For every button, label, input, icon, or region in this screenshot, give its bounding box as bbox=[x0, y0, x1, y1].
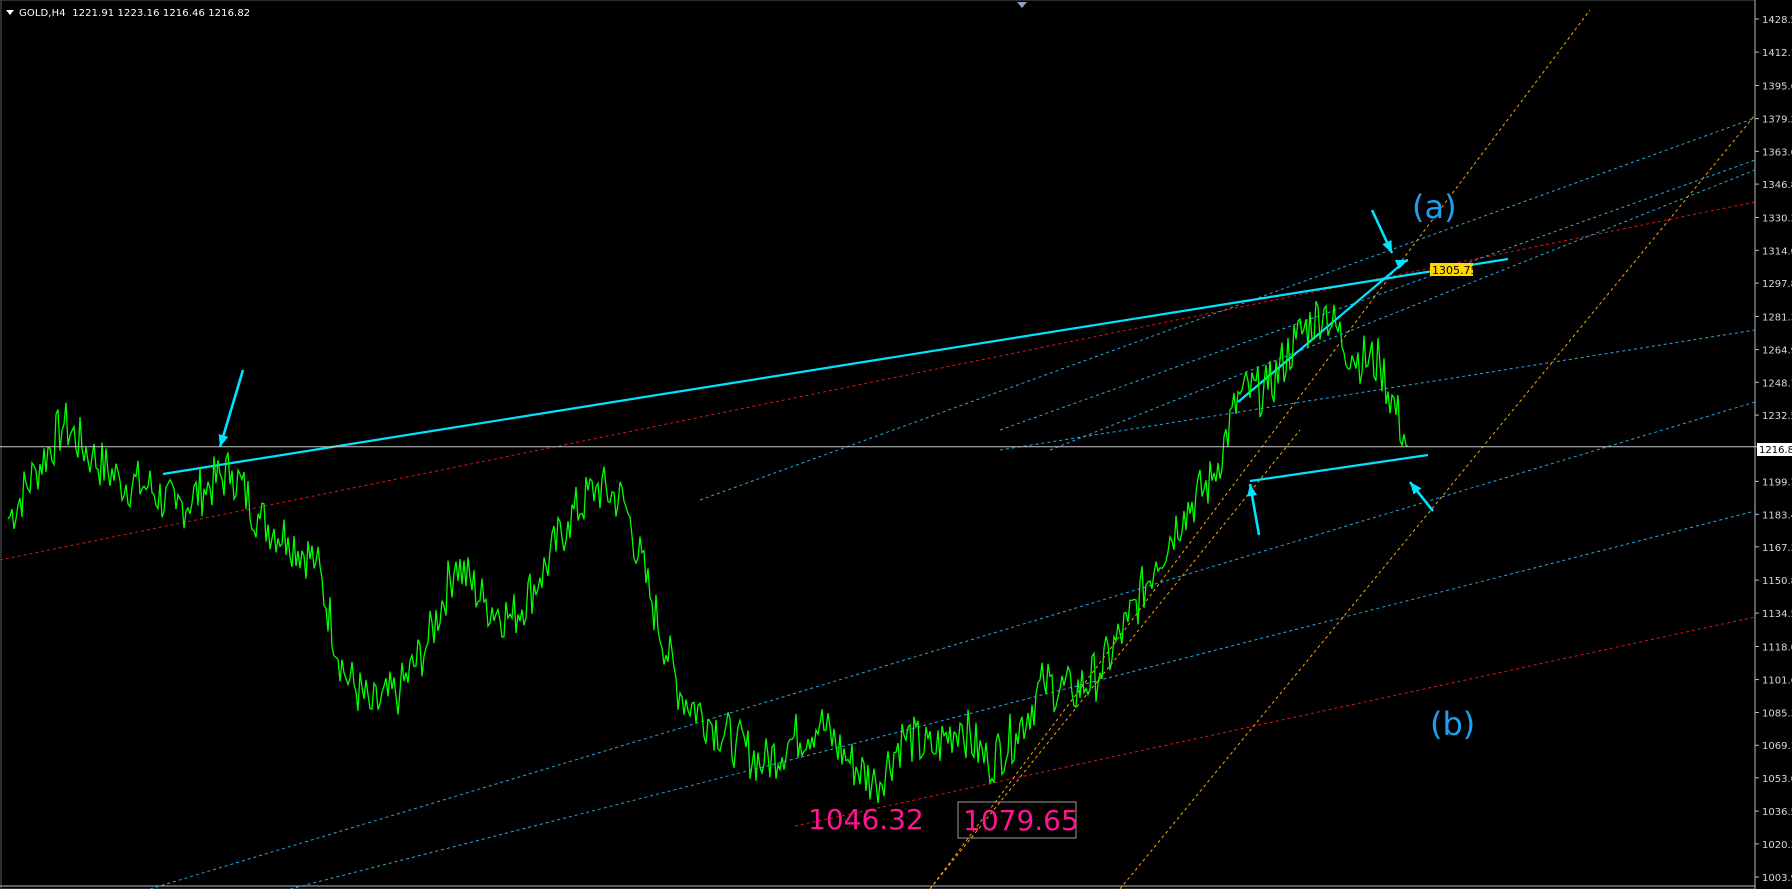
price-tick-label: 1134.5 bbox=[1762, 609, 1792, 620]
price-chart[interactable]: 1428.5 1412.1 1395.6 1379.2 1363.0 1346.8 1330… bbox=[0, 0, 1792, 889]
price-tick-label: 1363.0 bbox=[1762, 147, 1792, 158]
ohlc-values: 1221.91 1223.16 1216.46 1216.82 bbox=[72, 8, 251, 19]
low-label-2: 1079.65 bbox=[963, 804, 1079, 837]
wave-b-label: (b) bbox=[1430, 705, 1475, 743]
arrow-head-icon bbox=[218, 434, 229, 447]
fib-line bbox=[1119, 114, 1756, 889]
price-tick-label: 1199.7 bbox=[1762, 477, 1792, 488]
price-tick-label: 1167.3 bbox=[1762, 543, 1792, 554]
price-tick-label: 1069.1 bbox=[1762, 741, 1792, 752]
chart-header: GOLD,H4 1221.91 1223.16 1216.46 1216.82 bbox=[6, 8, 250, 19]
channel-line bbox=[999, 159, 1756, 431]
current-price-text: 1216.8 bbox=[1759, 445, 1792, 456]
price-tick-label: 1020.3 bbox=[1762, 840, 1792, 851]
price-tick-label: 1036.5 bbox=[1762, 807, 1792, 818]
price-tick-label: 1412.1 bbox=[1762, 48, 1792, 59]
wave-a-label: (a) bbox=[1412, 188, 1457, 226]
price-series bbox=[7, 300, 1409, 804]
channel-line bbox=[1049, 169, 1756, 451]
arrows-layer bbox=[218, 209, 1435, 536]
price-tick-label: 1232.5 bbox=[1762, 411, 1792, 422]
low-label-1: 1046.32 bbox=[808, 803, 924, 836]
price-tick-label: 1281.3 bbox=[1762, 312, 1792, 323]
price-line bbox=[707, 300, 1409, 804]
drawings-layer bbox=[0, 9, 1756, 889]
price-tick-label: 1101.6 bbox=[1762, 676, 1792, 687]
price-tick-label: 1085.3 bbox=[1762, 709, 1792, 720]
channel-line bbox=[149, 401, 1756, 889]
chart-shift-marker-icon[interactable] bbox=[1017, 2, 1027, 8]
price-line bbox=[7, 402, 709, 744]
fib-line bbox=[929, 9, 1591, 889]
symbol-label: GOLD,H4 bbox=[19, 8, 66, 19]
price-tick-label: 1183.4 bbox=[1762, 510, 1792, 521]
collapse-triangle-icon[interactable] bbox=[6, 10, 14, 15]
price-tick-label: 1428.5 bbox=[1762, 15, 1792, 26]
price-tick-label: 1379.2 bbox=[1762, 115, 1792, 126]
plot-frame bbox=[0, 0, 1756, 889]
chart-window[interactable]: 1428.5 1412.1 1395.6 1379.2 1363.0 1346.8 1330… bbox=[0, 0, 1792, 889]
upper-trendline bbox=[162, 257, 1509, 476]
price-tick-label: 1264.9 bbox=[1762, 346, 1792, 357]
price-tick-label: 1053.0 bbox=[1762, 774, 1792, 785]
price-tick-label: 1248.7 bbox=[1762, 378, 1792, 389]
red-trendline bbox=[794, 616, 1756, 827]
price-tick-label: 1314.0 bbox=[1762, 246, 1792, 257]
price-tick-label: 1297.8 bbox=[1762, 279, 1792, 290]
price-tick-label: 1330.3 bbox=[1762, 213, 1792, 224]
price-tick-label: 1003.9 bbox=[1762, 873, 1792, 884]
target-price-text: 1305.75 bbox=[1432, 264, 1478, 277]
price-tick-label: 1346.8 bbox=[1762, 180, 1792, 191]
price-tick-label: 1395.6 bbox=[1762, 81, 1792, 92]
price-tick-label: 1118.0 bbox=[1762, 642, 1792, 653]
arrow-icon bbox=[218, 369, 245, 448]
price-tick-label: 1150.8 bbox=[1762, 576, 1792, 587]
red-trendline bbox=[0, 201, 1756, 561]
